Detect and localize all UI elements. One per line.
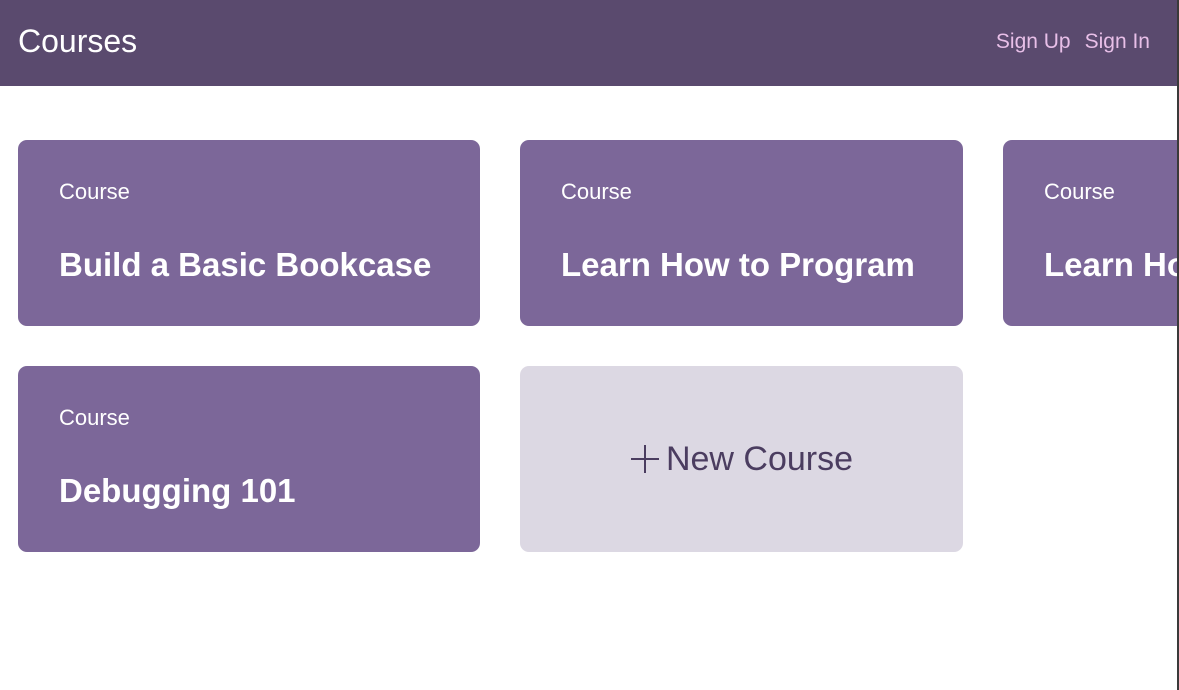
sign-in-link[interactable]: Sign In bbox=[1085, 29, 1150, 55]
course-card-kicker: Course bbox=[1044, 179, 1115, 204]
page: Courses Sign Up Sign In Course Build a B… bbox=[0, 0, 1177, 690]
course-card-title: Learn How to Program bbox=[561, 246, 915, 283]
course-card-title: Learn How to Program bbox=[1044, 246, 1177, 283]
course-card-2[interactable]: Course Learn How to Program bbox=[520, 140, 963, 326]
new-course-label: New Course bbox=[665, 440, 854, 478]
course-card-kicker: Course bbox=[59, 405, 130, 430]
course-card-1[interactable]: Course Build a Basic Bookcase bbox=[18, 140, 480, 326]
course-card-kicker: Course bbox=[59, 179, 130, 204]
new-course-card[interactable]: New Course bbox=[520, 366, 963, 552]
sign-up-link[interactable]: Sign Up bbox=[996, 29, 1071, 55]
app-title: Courses bbox=[18, 23, 138, 59]
course-card-title: Debugging 101 bbox=[59, 472, 296, 509]
course-card-title: Build a Basic Bookcase bbox=[59, 246, 432, 283]
header-bar: Courses Sign Up Sign In bbox=[0, 0, 1177, 86]
course-card-4[interactable]: Course Debugging 101 bbox=[18, 366, 480, 552]
course-card-3[interactable]: Course Learn How to Program bbox=[1003, 140, 1177, 326]
plus-icon bbox=[630, 444, 660, 474]
course-card-kicker: Course bbox=[561, 179, 632, 204]
new-course-content: New Course bbox=[520, 366, 963, 552]
header-nav: Sign Up Sign In bbox=[996, 29, 1150, 55]
